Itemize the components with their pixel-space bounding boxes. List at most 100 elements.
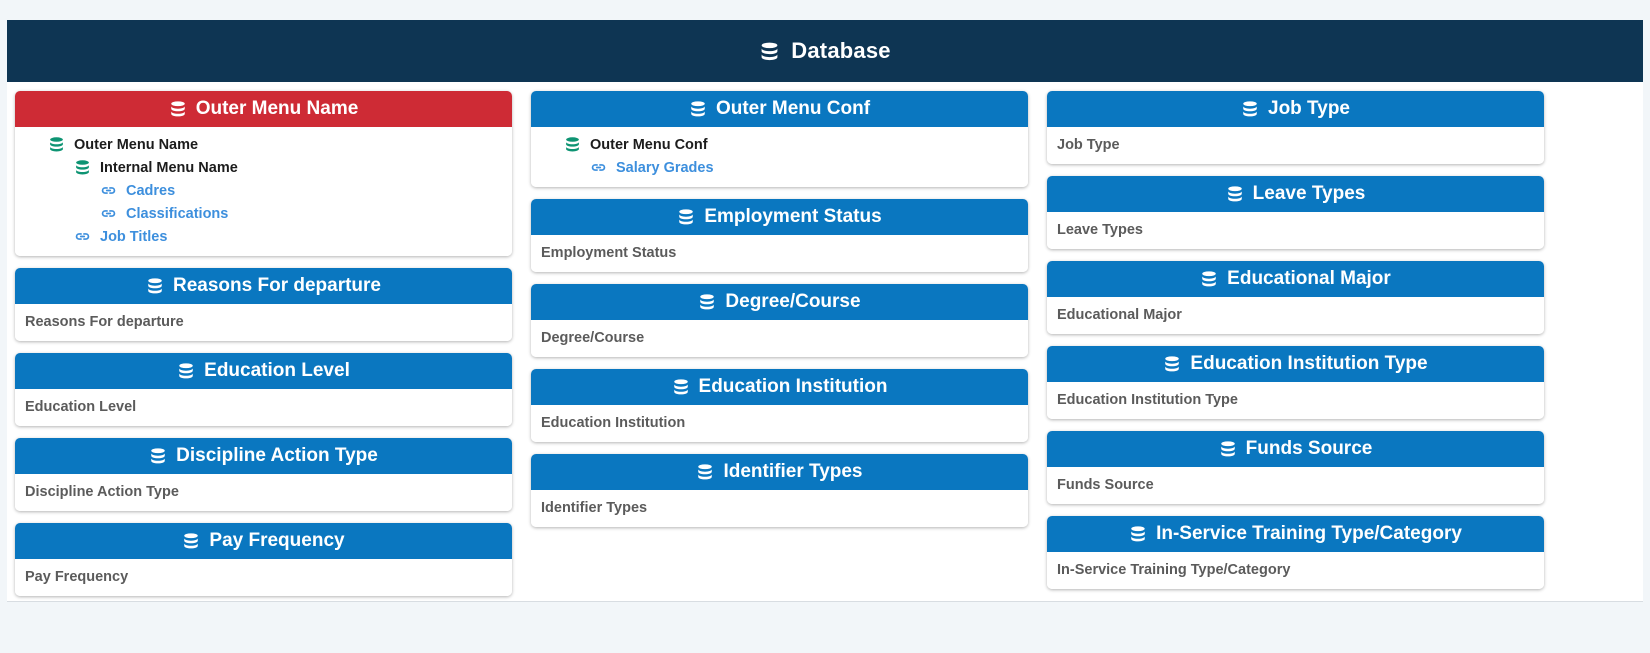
card-title: Education Institution Type <box>1190 353 1428 374</box>
card-header[interactable]: Reasons For departure <box>15 268 512 304</box>
card-body: Education Institution <box>531 405 1028 442</box>
card: Leave Types Leave Types <box>1047 176 1544 249</box>
card-body: Degree/Course <box>531 320 1028 357</box>
card: Outer Menu Name Outer Menu Name Internal M… <box>15 91 512 256</box>
card-title: Education Institution <box>698 376 888 397</box>
database-icon <box>672 378 690 396</box>
menu-tree: Outer Menu Name Internal Menu Name Cadres C… <box>15 127 512 256</box>
tree-item-label: Classifications <box>126 205 229 222</box>
database-icon <box>169 100 187 118</box>
card-header[interactable]: Pay Frequency <box>15 523 512 559</box>
link-icon <box>71 228 93 245</box>
card-title: Pay Frequency <box>209 530 345 551</box>
card-title: Education Level <box>204 360 350 381</box>
card-body: Discipline Action Type <box>15 474 512 511</box>
card-title: Leave Types <box>1252 183 1366 204</box>
card-header[interactable]: Job Type <box>1047 91 1544 127</box>
tree-node-item: Outer Menu Conf <box>539 133 1020 156</box>
card-title: Outer Menu Conf <box>715 98 871 119</box>
tree-node-item: Internal Menu Name <box>23 156 504 179</box>
link-icon <box>587 159 609 176</box>
card: Funds Source Funds Source <box>1047 431 1544 504</box>
link-icon <box>97 205 119 222</box>
card-header[interactable]: Education Institution <box>531 369 1028 405</box>
card-body-label: Identifier Types <box>541 500 648 516</box>
database-icon <box>689 100 707 118</box>
card-header[interactable]: Degree/Course <box>531 284 1028 320</box>
tree-link-item[interactable]: Classifications <box>23 202 504 225</box>
card-title: Reasons For departure <box>173 275 381 296</box>
card-body-label: Discipline Action Type <box>25 484 179 500</box>
tree-item-label: Internal Menu Name <box>100 159 238 176</box>
tree-link-item[interactable]: Cadres <box>23 179 504 202</box>
tree-item-label: Cadres <box>126 182 176 199</box>
database-icon <box>149 447 167 465</box>
database-icon <box>71 159 93 176</box>
card-body-label: Education Institution Type <box>1057 392 1238 408</box>
card: Job Type Job Type <box>1047 91 1544 164</box>
card-header[interactable]: Education Level <box>15 353 512 389</box>
card-columns: Outer Menu Name Outer Menu Name Internal M… <box>15 91 1635 596</box>
database-icon <box>177 362 195 380</box>
card: Employment Status Employment Status <box>531 199 1028 272</box>
tree-link-item[interactable]: Salary Grades <box>539 156 1020 179</box>
database-icon <box>1219 440 1237 458</box>
card-body: Leave Types <box>1047 212 1544 249</box>
column-middle: Outer Menu Conf Outer Menu Conf Salary Gra… <box>531 91 1028 527</box>
card-header[interactable]: Education Institution Type <box>1047 346 1544 382</box>
card-body: Reasons For departure <box>15 304 512 341</box>
card-title: Educational Major <box>1227 268 1391 289</box>
card-body-label: Pay Frequency <box>25 569 129 585</box>
card-header[interactable]: Outer Menu Name <box>15 91 512 127</box>
tree-item-label: Outer Menu Conf <box>590 136 708 153</box>
card-title: Discipline Action Type <box>176 445 378 466</box>
database-board: Outer Menu Name Outer Menu Name Internal M… <box>7 82 1643 602</box>
app-title: Database <box>791 38 891 63</box>
database-icon <box>561 136 583 153</box>
database-icon <box>698 293 716 311</box>
card-header[interactable]: Outer Menu Conf <box>531 91 1028 127</box>
card-body-label: Degree/Course <box>541 330 645 346</box>
database-icon <box>45 136 67 153</box>
card-body: Funds Source <box>1047 467 1544 504</box>
tree-link-item[interactable]: Job Titles <box>23 225 504 248</box>
card-body-label: Leave Types <box>1057 222 1143 238</box>
card-body: In-Service Training Type/Category <box>1047 552 1544 589</box>
card-body: Employment Status <box>531 235 1028 272</box>
card-body: Pay Frequency <box>15 559 512 596</box>
card-body: Identifier Types <box>531 490 1028 527</box>
card-body-label: Employment Status <box>541 245 677 261</box>
card-title: Identifier Types <box>723 461 863 482</box>
database-icon <box>1200 270 1218 288</box>
tree-item-label: Job Titles <box>100 228 168 245</box>
card-header[interactable]: Educational Major <box>1047 261 1544 297</box>
tree-node-item: Outer Menu Name <box>23 133 504 156</box>
database-icon <box>1129 525 1147 543</box>
card: Pay Frequency Pay Frequency <box>15 523 512 596</box>
card-header[interactable]: In-Service Training Type/Category <box>1047 516 1544 552</box>
card-title: Degree/Course <box>725 291 861 312</box>
column-left: Outer Menu Name Outer Menu Name Internal M… <box>15 91 512 596</box>
card-body-label: In-Service Training Type/Category <box>1057 562 1291 578</box>
column-right: Job Type Job Type Leave Types Leave Types Ed… <box>1047 91 1544 589</box>
menu-tree: Outer Menu Conf Salary Grades <box>531 127 1028 187</box>
card: Educational Major Educational Major <box>1047 261 1544 334</box>
tree-item-label: Salary Grades <box>616 159 714 176</box>
card-header[interactable]: Identifier Types <box>531 454 1028 490</box>
card-header[interactable]: Employment Status <box>531 199 1028 235</box>
card-header[interactable]: Leave Types <box>1047 176 1544 212</box>
card-body: Educational Major <box>1047 297 1544 334</box>
card-header[interactable]: Funds Source <box>1047 431 1544 467</box>
database-icon <box>677 208 695 226</box>
card-title: Employment Status <box>704 206 882 227</box>
card-title: In-Service Training Type/Category <box>1156 523 1462 544</box>
page-root: Database Outer Menu Name Outer Menu Name I… <box>0 0 1650 653</box>
card-body-label: Reasons For departure <box>25 314 184 330</box>
database-icon <box>759 41 780 62</box>
card-body-label: Educational Major <box>1057 307 1182 323</box>
app-header: Database <box>7 20 1643 82</box>
card-body-label: Funds Source <box>1057 477 1154 493</box>
card-header[interactable]: Discipline Action Type <box>15 438 512 474</box>
card-title: Job Type <box>1268 98 1350 119</box>
card: Education Institution Education Instituti… <box>531 369 1028 442</box>
